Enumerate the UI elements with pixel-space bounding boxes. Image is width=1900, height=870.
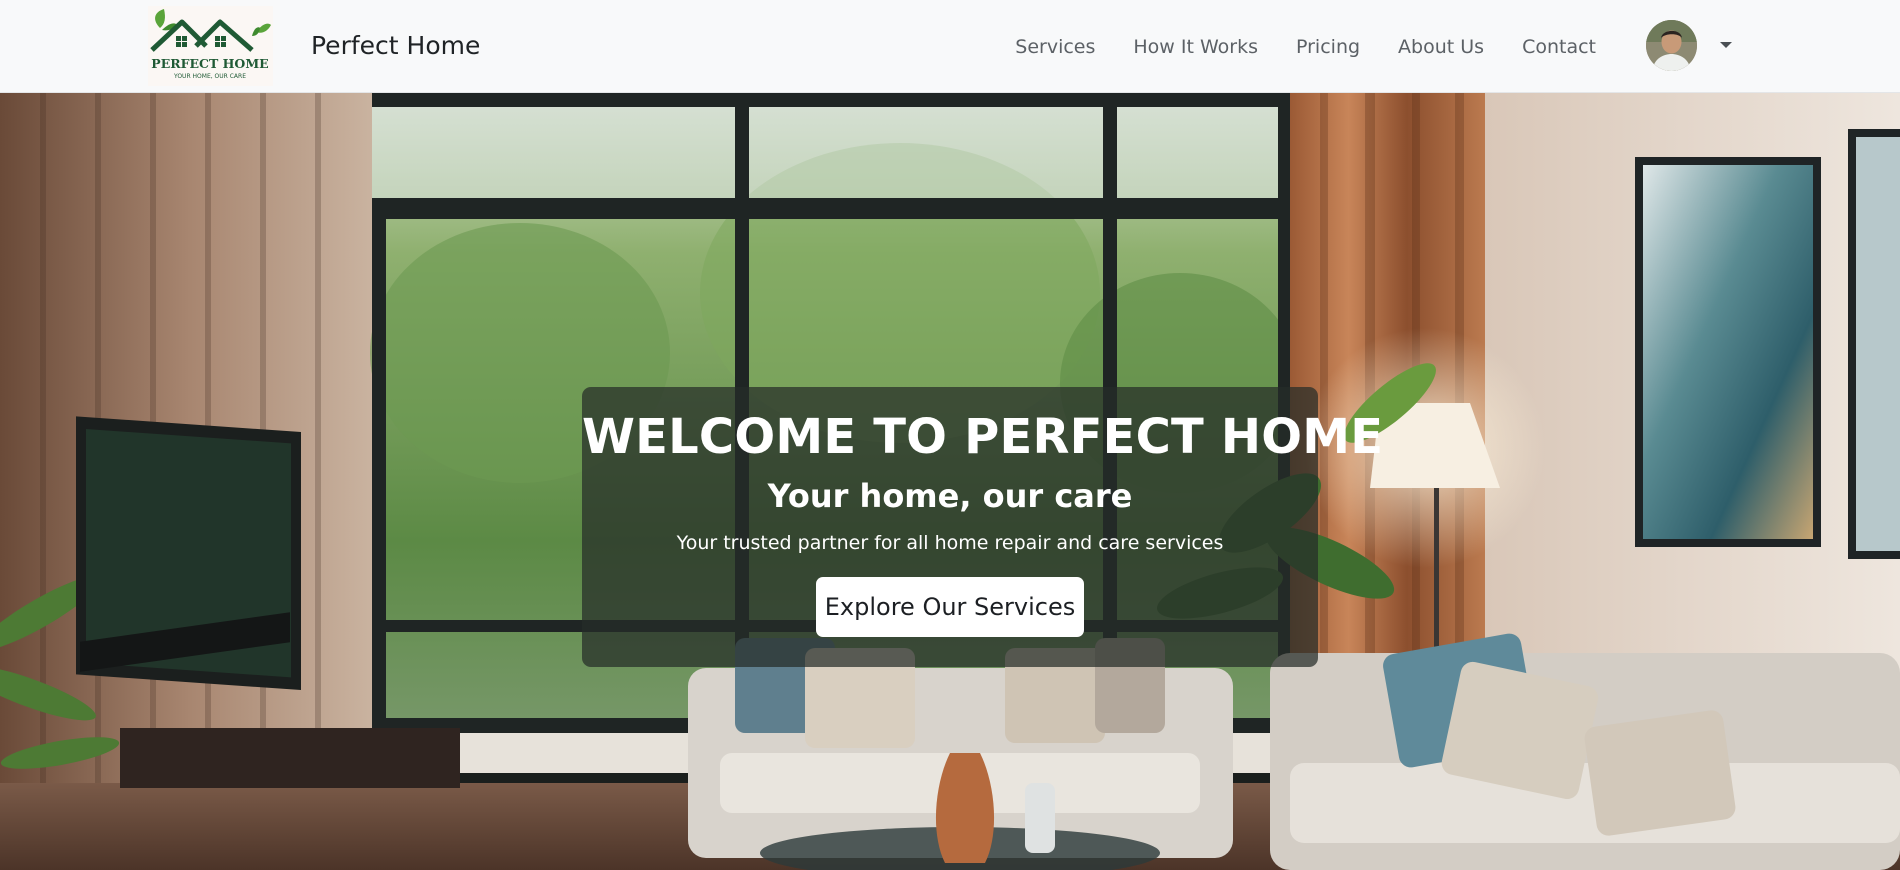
svg-text:PERFECT HOME: PERFECT HOME — [151, 56, 268, 71]
hero-subtitle: Your home, our care — [767, 477, 1133, 515]
brand-name[interactable]: Perfect Home — [311, 30, 480, 62]
nav-link-pricing[interactable]: Pricing — [1277, 30, 1379, 64]
nav-links: Services How It Works Pricing About Us C… — [996, 30, 1615, 64]
user-photo-icon — [1646, 20, 1697, 71]
house-roof-leaves-icon: PERFECT HOME YOUR HOME, OUR CARE — [150, 9, 271, 80]
caret-down-icon[interactable] — [1717, 36, 1735, 54]
hero-card: WELCOME TO PERFECT HOME Your home, our c… — [582, 387, 1384, 667]
hero-tagline: Your trusted partner for all home repair… — [676, 532, 1224, 554]
brand-logo[interactable]: PERFECT HOME YOUR HOME, OUR CARE — [148, 6, 273, 86]
hero-section: WELCOME TO PERFECT HOME Your home, our c… — [0, 93, 1900, 870]
nav-link-services[interactable]: Services — [996, 30, 1114, 64]
svg-text:YOUR HOME, OUR CARE: YOUR HOME, OUR CARE — [173, 73, 246, 80]
nav-link-about-us[interactable]: About Us — [1379, 30, 1503, 64]
avatar[interactable] — [1646, 20, 1697, 71]
explore-services-button[interactable]: Explore Our Services — [816, 577, 1084, 637]
nav-link-contact[interactable]: Contact — [1503, 30, 1615, 64]
hero-title: WELCOME TO PERFECT HOME — [582, 409, 1384, 465]
navbar: PERFECT HOME YOUR HOME, OUR CARE Perfect… — [0, 0, 1900, 93]
nav-link-how-it-works[interactable]: How It Works — [1114, 30, 1277, 64]
